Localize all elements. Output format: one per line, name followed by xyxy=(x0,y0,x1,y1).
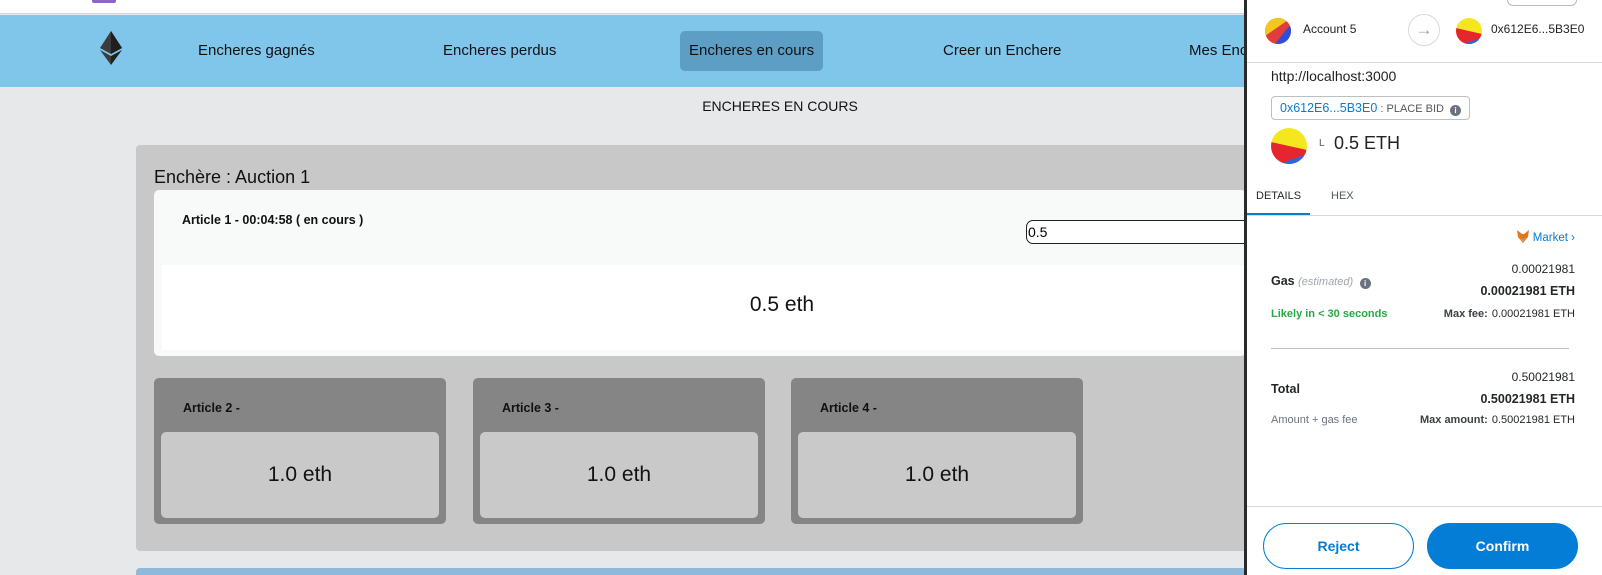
nav-item-creer-enchere[interactable]: Creer un Enchere xyxy=(934,31,1070,71)
method-pill[interactable]: 0x612E6...5B3E0 : PLACE BID i xyxy=(1271,96,1471,120)
article-card-main: Article 1 - 00:04:58 ( en cours ) 0.5 et… xyxy=(154,190,1256,356)
metamask-popup: Account 5 → 0x612E6...5B3E0 http://local… xyxy=(1244,0,1602,575)
from-account-avatar xyxy=(1265,18,1291,44)
max-fee-label: Max fee: xyxy=(1443,308,1488,320)
identicon-icon xyxy=(1271,128,1307,164)
market-link[interactable]: Market › xyxy=(1516,230,1575,244)
article-price: 1.0 eth xyxy=(267,463,333,486)
total-label: Total xyxy=(1271,382,1300,396)
price-box: 0.5 eth xyxy=(162,265,1246,350)
article-card[interactable]: Article 3 - 1.0 eth xyxy=(473,378,765,524)
article-price: 1.0 eth xyxy=(904,463,970,486)
identicon-icon xyxy=(1265,18,1291,44)
ethereum-icon[interactable] xyxy=(100,31,122,65)
value-avatar xyxy=(1271,128,1307,164)
tab-details[interactable]: DETAILS xyxy=(1256,190,1301,202)
article-card[interactable]: Article 4 - 1.0 eth xyxy=(791,378,1083,524)
gas-title: Gas xyxy=(1271,274,1295,288)
transaction-value: 0.5 ETH xyxy=(1334,133,1401,153)
max-amount: Max amount: 0.50021981 ETH xyxy=(1420,414,1575,426)
gas-value: 0.00021981 xyxy=(1511,262,1575,276)
total-value: 0.50021981 xyxy=(1511,370,1575,384)
contract-address[interactable]: 0x612E6...5B3E0 xyxy=(1280,101,1377,115)
account-header: Account 5 → 0x612E6...5B3E0 xyxy=(1247,12,1602,62)
gas-label: Gas (estimated) i xyxy=(1271,274,1371,289)
article-label: Article 4 - xyxy=(820,401,877,415)
gas-estimated: (estimated) xyxy=(1298,276,1354,288)
nav-item-encheres-en-cours[interactable]: Encheres en cours xyxy=(680,31,824,71)
details-panel: Market › Gas (estimated) i 0.00021981 0.… xyxy=(1247,216,1602,506)
auction-card: Enchère : Auction 1 Article 1 - 00:04:58… xyxy=(136,145,1256,551)
price-box: 1.0 eth xyxy=(480,432,758,518)
article-price: 0.5 eth xyxy=(749,293,815,316)
to-address: 0x612E6...5B3E0 xyxy=(1491,22,1585,36)
price-box: 1.0 eth xyxy=(798,432,1076,518)
popup-footer: Reject Confirm xyxy=(1247,507,1602,575)
details-tabs: DETAILS HEX xyxy=(1247,178,1602,216)
auction-title: Enchère : Auction 1 xyxy=(154,167,311,187)
method-separator: : xyxy=(1380,103,1384,115)
max-fee: Max fee: 0.00021981 ETH xyxy=(1444,308,1575,320)
max-amount-label: Max amount: xyxy=(1419,414,1488,426)
chevron-right-icon: › xyxy=(1571,232,1575,244)
tab-accent xyxy=(92,0,116,3)
article-price: 1.0 eth xyxy=(586,463,652,486)
method-name: PLACE BID xyxy=(1386,103,1444,115)
price-box: 1.0 eth xyxy=(161,432,439,518)
value-prefix: L xyxy=(1319,138,1325,149)
from-account-name: Account 5 xyxy=(1303,22,1357,36)
market-label: Market xyxy=(1532,232,1568,244)
identicon-icon xyxy=(1456,18,1482,44)
info-icon[interactable]: i xyxy=(1450,105,1462,116)
total-value-eth: 0.50021981 ETH xyxy=(1480,392,1575,406)
info-icon[interactable]: i xyxy=(1359,278,1371,289)
likely-time: Likely in < 30 seconds xyxy=(1271,308,1388,320)
confirm-button[interactable]: Confirm xyxy=(1427,523,1578,569)
popup-top-button[interactable] xyxy=(1507,0,1577,6)
arrow-right-icon: → xyxy=(1408,14,1440,46)
reject-button[interactable]: Reject xyxy=(1263,523,1414,569)
article-label: Article 3 - xyxy=(502,401,559,415)
divider xyxy=(1271,348,1569,349)
nav-item-encheres-perdus[interactable]: Encheres perdus xyxy=(434,31,565,71)
bid-input[interactable] xyxy=(1026,220,1256,244)
next-auction-card xyxy=(136,568,1246,575)
article-label: Article 1 - 00:04:58 ( en cours ) xyxy=(182,213,364,227)
max-amount-value: 0.50021981 ETH xyxy=(1491,414,1575,426)
divider xyxy=(1247,62,1602,63)
article-label: Article 2 - xyxy=(183,401,240,415)
gas-value-eth: 0.00021981 ETH xyxy=(1480,284,1575,298)
amount-gas-label: Amount + gas fee xyxy=(1271,414,1358,426)
nav-item-encheres-gagnes[interactable]: Encheres gagnés xyxy=(189,31,324,71)
tab-hex[interactable]: HEX xyxy=(1331,190,1354,202)
origin-url: http://localhost:3000 xyxy=(1271,68,1397,84)
article-card[interactable]: Article 2 - 1.0 eth xyxy=(154,378,446,524)
to-address-avatar xyxy=(1456,18,1482,44)
max-fee-value: 0.00021981 ETH xyxy=(1491,308,1575,320)
metamask-fox-icon xyxy=(1516,230,1529,243)
